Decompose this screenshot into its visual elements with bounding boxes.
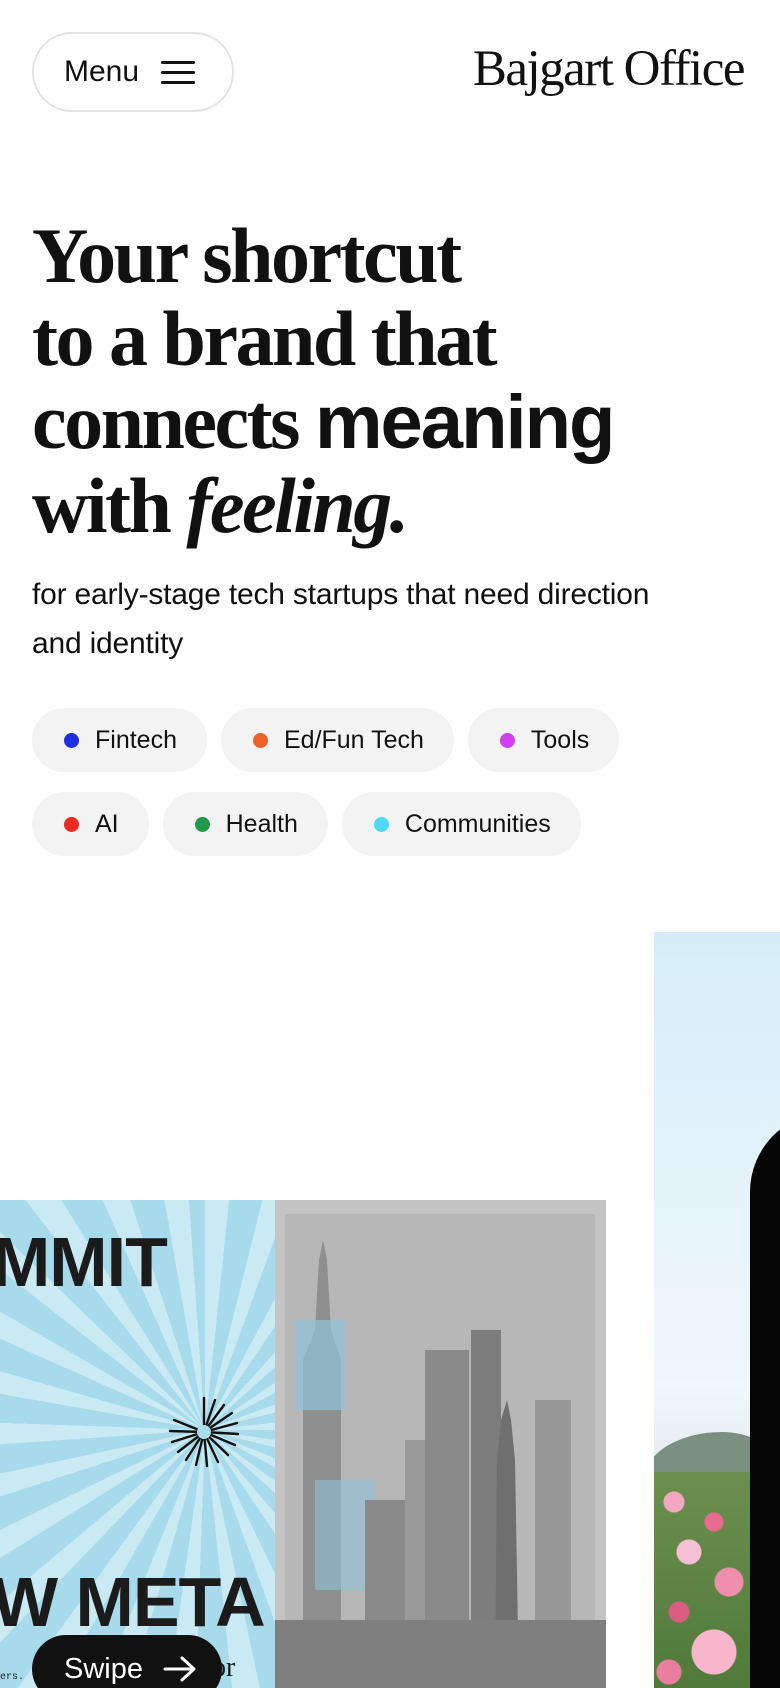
- tag-row: Fintech Ed/Fun Tech Tools: [32, 708, 732, 772]
- tag-communities[interactable]: Communities: [341, 792, 581, 856]
- poster-small-text: ers.: [0, 1672, 25, 1683]
- hero-word-with: with: [32, 462, 172, 549]
- hero-line-3: connects meaning: [32, 380, 732, 464]
- dot-icon: [64, 816, 79, 832]
- tag-label: Ed/Fun Tech: [283, 725, 424, 754]
- dot-icon: [194, 816, 210, 832]
- hero-line-2: to a brand that: [32, 295, 498, 382]
- project-card-landscape[interactable]: [654, 932, 780, 1688]
- hero-headline: Your shortcut to a brand that connects m…: [32, 214, 732, 547]
- swipe-label: Swipe: [64, 1652, 143, 1685]
- tag-label: Communities: [404, 809, 551, 838]
- dot-icon: [373, 816, 389, 832]
- hamburger-icon: [161, 60, 196, 84]
- dot-icon: [252, 732, 268, 748]
- tag-ai[interactable]: AI: [32, 792, 149, 856]
- flower-field-image: [654, 1472, 750, 1688]
- tag-label: Tools: [530, 725, 590, 754]
- sunburst-icon: [168, 1396, 240, 1468]
- tag-health[interactable]: Health: [162, 792, 328, 856]
- poster-heading-top: MMIT: [0, 1223, 168, 1301]
- hero-word-feeling: feeling.: [186, 462, 409, 549]
- tag-fintech[interactable]: Fintech: [32, 708, 207, 772]
- swipe-button[interactable]: Swipe: [32, 1635, 222, 1688]
- tag-label: Fintech: [95, 725, 177, 754]
- dot-icon: [499, 732, 515, 748]
- arrow-right-icon: [163, 1656, 196, 1682]
- hero-line-4: with feeling.: [32, 464, 732, 547]
- industry-tags: Fintech Ed/Fun Tech Tools AI Health Comm…: [32, 708, 732, 876]
- tag-label: AI: [95, 809, 119, 838]
- hero-word-connects: connects: [32, 378, 300, 465]
- tag-label: Health: [225, 809, 298, 838]
- dark-arch-shape: [750, 1112, 780, 1688]
- brand-logo[interactable]: Bajgart Office: [473, 40, 746, 98]
- hero-line-1: Your shortcut: [32, 212, 462, 299]
- menu-button[interactable]: Menu: [32, 32, 234, 112]
- tag-tools[interactable]: Tools: [467, 708, 620, 772]
- tag-row: AI Health Communities: [32, 792, 732, 856]
- city-skyline-image: [275, 1200, 606, 1688]
- project-card-summit[interactable]: MMIT W META ers. or: [0, 1200, 606, 1688]
- tag-ed-fun-tech[interactable]: Ed/Fun Tech: [220, 708, 454, 772]
- dot-icon: [64, 732, 79, 748]
- poster-heading-bottom: W META: [0, 1563, 266, 1641]
- menu-label: Menu: [64, 55, 140, 88]
- hero-subtitle: for early-stage tech startups that need …: [32, 578, 650, 660]
- hero-word-meaning: meaning: [314, 380, 615, 465]
